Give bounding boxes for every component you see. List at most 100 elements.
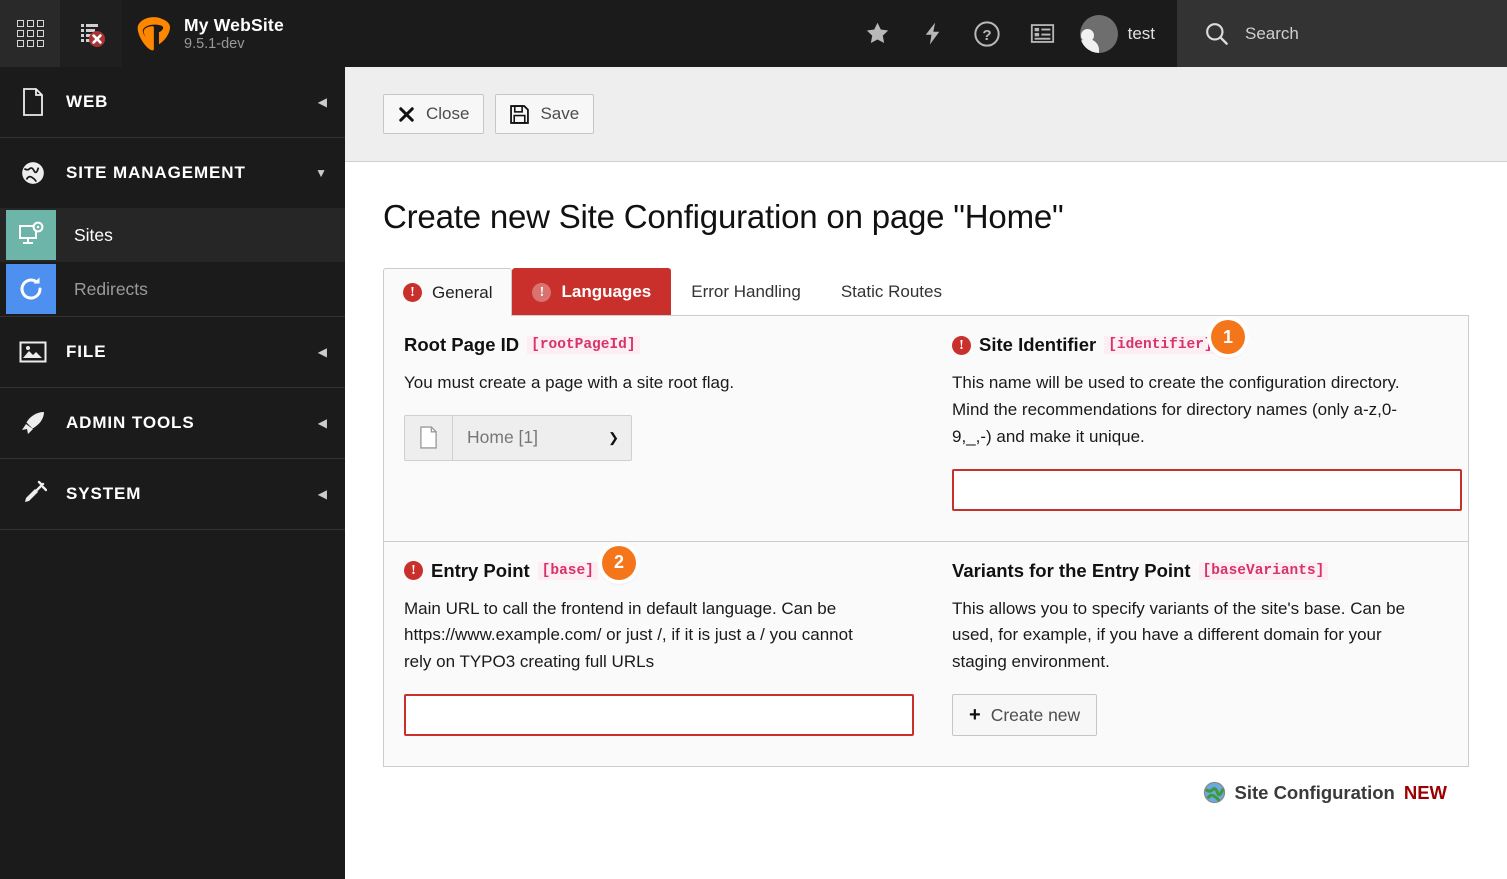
globe-record-icon (1203, 781, 1226, 804)
record-status-badge: NEW (1404, 782, 1447, 804)
field-label-text: Entry Point (431, 560, 530, 582)
tab-languages-label: Languages (561, 282, 651, 302)
module-body: Create new Site Configuration on page "H… (345, 162, 1507, 804)
field-code-base-variants: [baseVariants] (1199, 562, 1329, 580)
sidebar-item-redirects[interactable]: Redirects (0, 262, 345, 316)
field-label-site-identifier: ! Site Identifier [identifier] (952, 334, 1446, 356)
tab-error-handling[interactable]: Error Handling (671, 268, 821, 315)
error-exclamation-icon: ! (404, 561, 423, 580)
field-description-base-variants: This allows you to specify variants of t… (952, 596, 1432, 677)
system-information-icon (1029, 20, 1056, 47)
sidebar-item-sites[interactable]: Sites (0, 208, 345, 262)
page-document-icon (404, 415, 452, 461)
search-placeholder-label: Search (1245, 24, 1299, 44)
toolbar-spacer (334, 0, 850, 67)
form-tab-bar: ! General ! Languages Error Handling Sta… (383, 268, 1469, 315)
field-description-entry-point: Main URL to call the frontend in default… (404, 596, 884, 677)
nav-group-web: WEB ◀ (0, 67, 345, 138)
bookmark-button[interactable] (850, 0, 905, 67)
sidebar-label-sites: Sites (56, 225, 113, 246)
close-button-label: Close (426, 104, 469, 124)
page-title: Create new Site Configuration on page "H… (383, 198, 1469, 236)
plus-icon: + (969, 705, 981, 725)
sidebar-item-web[interactable]: WEB ◀ (0, 67, 345, 137)
tab-static-routes-label: Static Routes (841, 282, 942, 302)
sidebar-label-admin-tools: ADMIN TOOLS (66, 413, 318, 433)
tab-general-label: General (432, 283, 492, 303)
flash-button[interactable] (905, 0, 960, 67)
form-row-1: Root Page ID [rootPageId] You must creat… (384, 316, 1468, 541)
field-label-text: Site Identifier (979, 334, 1096, 356)
site-name-label: My WebSite (184, 15, 284, 35)
sidebar-label-web: WEB (66, 92, 318, 112)
search-icon (1203, 20, 1230, 47)
field-label-base-variants: Variants for the Entry Point [baseVarian… (952, 560, 1446, 582)
annotation-badge-2: 2 (602, 546, 636, 580)
module-menu-button[interactable] (0, 0, 60, 67)
form-row-2: 2 ! Entry Point [base] Main URL to call … (384, 541, 1468, 767)
image-file-icon (0, 340, 66, 364)
top-toolbar: My WebSite 9.5.1-dev ? (0, 0, 1507, 67)
nav-group-system: SYSTEM ◀ (0, 459, 345, 530)
username-label: test (1128, 24, 1155, 44)
close-button[interactable]: Close (383, 94, 484, 134)
nav-group-file: FILE ◀ (0, 317, 345, 388)
redirect-refresh-icon (6, 264, 56, 314)
version-label: 9.5.1-dev (184, 36, 284, 53)
floppy-disk-icon (510, 105, 529, 124)
help-button[interactable]: ? (960, 0, 1015, 67)
site-name-button[interactable]: My WebSite 9.5.1-dev (122, 0, 334, 67)
globe-icon (0, 160, 66, 186)
save-button[interactable]: Save (495, 94, 594, 134)
root-page-id-value: Home [1] (467, 427, 538, 448)
field-site-identifier: 1 ! Site Identifier [identifier] This na… (926, 316, 1468, 541)
sidebar-label-site-management: SITE MANAGEMENT (66, 163, 315, 183)
tab-general[interactable]: ! General (383, 268, 512, 316)
error-exclamation-icon: ! (532, 283, 551, 302)
field-base-variants: Variants for the Entry Point [baseVarian… (926, 542, 1468, 767)
root-page-id-select-box[interactable]: Home [1] ❯ (452, 415, 632, 461)
sidebar-label-file: FILE (66, 342, 318, 362)
tab-error-handling-label: Error Handling (691, 282, 801, 302)
record-info-footer: Site Configuration NEW (383, 767, 1469, 804)
tab-languages[interactable]: ! Languages (512, 268, 671, 315)
user-menu-button[interactable]: test (1070, 0, 1171, 67)
help-question-icon: ? (973, 20, 1001, 48)
toolbar-icon-group: ? test (850, 0, 1177, 67)
system-information-button[interactable] (1015, 0, 1070, 67)
nav-group-admin-tools: ADMIN TOOLS ◀ (0, 388, 345, 459)
bookmark-star-icon (864, 20, 891, 47)
doc-header-toolbar: Close Save (345, 67, 1507, 162)
chevron-left-icon: ◀ (318, 96, 327, 108)
save-button-label: Save (540, 104, 579, 124)
tab-static-routes[interactable]: Static Routes (821, 268, 962, 315)
chevron-left-icon: ◀ (318, 346, 327, 358)
field-root-page-id: Root Page ID [rootPageId] You must creat… (384, 316, 926, 541)
rocket-icon (0, 409, 66, 437)
field-description-site-identifier: This name will be used to create the con… (952, 370, 1432, 451)
field-label-entry-point: ! Entry Point [base] (404, 560, 904, 582)
module-menu-sidebar: WEB ◀ SITE MANAGEMENT ▼ Sites (0, 67, 345, 879)
close-x-icon (398, 106, 415, 123)
chevron-down-icon: ▼ (315, 167, 327, 179)
field-label-text: Root Page ID (404, 334, 519, 356)
clear-cache-button[interactable] (60, 0, 122, 67)
nav-group-site-management: SITE MANAGEMENT ▼ Sites Redire (0, 138, 345, 317)
sidebar-item-system[interactable]: SYSTEM ◀ (0, 459, 345, 529)
sidebar-item-admin-tools[interactable]: ADMIN TOOLS ◀ (0, 388, 345, 458)
grid-apps-icon (17, 20, 44, 47)
root-page-id-select[interactable]: Home [1] ❯ (404, 415, 632, 461)
tab-panel-general: Root Page ID [rootPageId] You must creat… (383, 315, 1469, 767)
field-label-root-page-id: Root Page ID [rootPageId] (404, 334, 904, 356)
field-description-root-page-id: You must create a page with a site root … (404, 370, 884, 397)
entry-point-input[interactable] (404, 694, 914, 736)
sidebar-label-redirects: Redirects (56, 279, 148, 300)
sidebar-item-site-management[interactable]: SITE MANAGEMENT ▼ (0, 138, 345, 208)
avatar (1080, 15, 1118, 53)
create-new-variant-button[interactable]: + Create new (952, 694, 1097, 736)
site-identifier-input[interactable] (952, 469, 1462, 511)
field-code-entry-point: [base] (538, 562, 598, 580)
sidebar-item-file[interactable]: FILE ◀ (0, 317, 345, 387)
field-label-text: Variants for the Entry Point (952, 560, 1191, 582)
search-button[interactable]: Search (1177, 0, 1507, 67)
